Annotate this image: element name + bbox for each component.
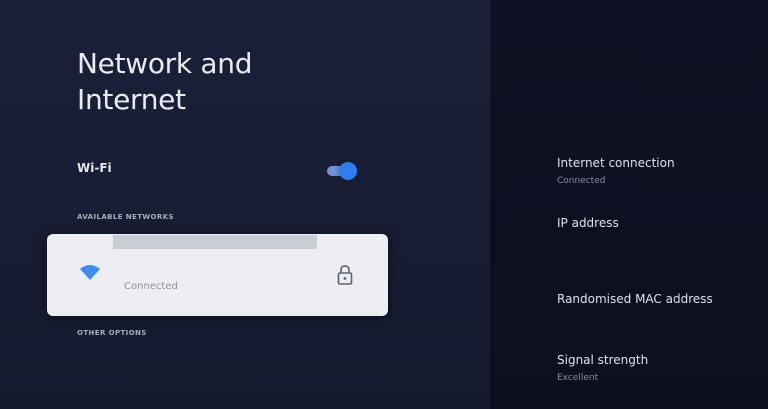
wifi-icon [80,265,100,280]
wifi-toggle[interactable] [327,162,357,180]
internet-connection-title: Internet connection [557,156,675,170]
ip-address-info: IP address [557,216,619,230]
toggle-knob [339,162,357,180]
network-list-item[interactable]: Connected [47,234,388,316]
page-title: Network and Internet [77,47,253,116]
internet-connection-value: Connected [557,176,606,186]
signal-strength-title: Signal strength [557,353,649,367]
lock-icon [337,265,353,285]
signal-strength-value: Excellent [557,373,599,383]
mac-address-info: Randomised MAC address [557,292,713,306]
mac-address-title: Randomised MAC address [557,292,713,306]
available-networks-heading: AVAILABLE NETWORKS [77,213,174,221]
signal-strength-info: Signal strength Excellent [557,353,648,383]
network-details-panel [490,0,768,409]
tv-settings-screen: Network and Internet Wi-Fi AVAILABLE NET… [0,0,768,409]
settings-left-panel: Network and Internet Wi-Fi AVAILABLE NET… [0,0,490,409]
network-name-redacted [113,235,317,249]
other-options-heading: OTHER OPTIONS [77,329,147,337]
wifi-setting-label: Wi-Fi [77,161,112,175]
ip-address-title: IP address [557,216,619,230]
internet-connection-info: Internet connection Connected [557,156,675,186]
network-status: Connected [124,281,178,292]
